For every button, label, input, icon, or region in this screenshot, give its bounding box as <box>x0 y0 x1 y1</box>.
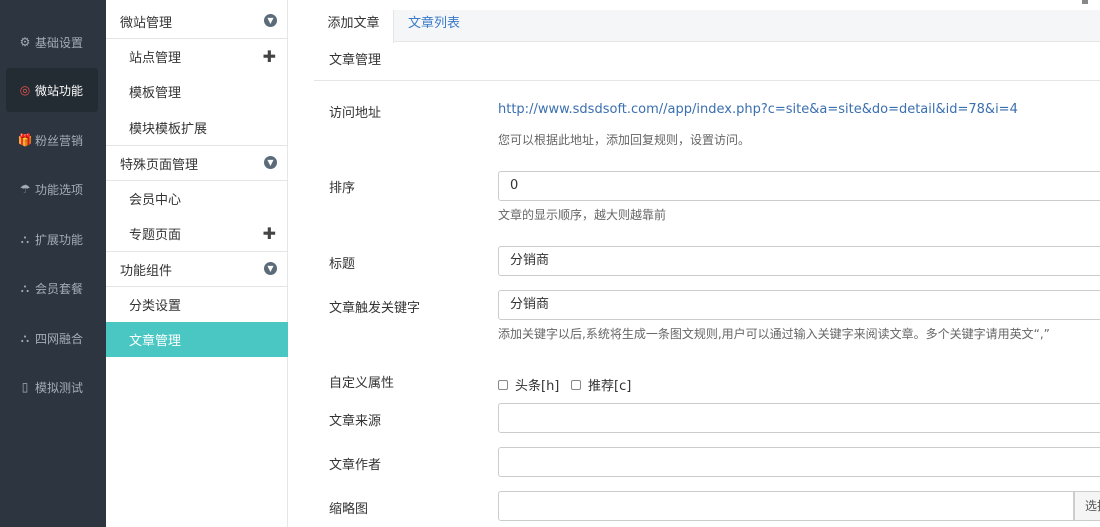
menu-item-category-settings[interactable]: 分类设置 <box>106 287 288 322</box>
corner-mark <box>1082 0 1088 4</box>
nav-item-microsite[interactable]: ◎ 微站功能 <box>6 68 98 112</box>
tab-bar: 添加文章 文章列表 <box>314 10 1100 43</box>
main-content: 添加文章 文章列表 文章管理 访问地址 http://www.sdsdsoft.… <box>288 0 1100 527</box>
tab-add-article[interactable]: 添加文章 <box>314 10 394 43</box>
nav-item-basic-settings[interactable]: ⚙ 基础设置 <box>6 20 98 64</box>
plus-icon[interactable]: ✚ <box>263 47 276 66</box>
cubes-icon: ⛬ <box>20 280 30 295</box>
url-label: 访问地址 <box>329 106 382 121</box>
top-bar <box>288 0 1100 10</box>
recommend-checkbox[interactable] <box>571 379 581 390</box>
order-help-text: 文章的显示顺序，越大则越靠前 <box>498 208 667 222</box>
main-nav: ⚙ 基础设置 ◎ 微站功能 🎁 粉丝营销 ☂ 功能选项 ⛬ 扩展功能 ⛬ 会员套… <box>0 0 106 527</box>
mobile-icon: ▯ <box>21 380 29 394</box>
menu-group-label: 功能组件 <box>120 263 173 279</box>
menu-item-label: 站点管理 <box>129 51 182 66</box>
menu-group-label: 特殊页面管理 <box>120 157 199 173</box>
menu-item-label: 分类设置 <box>129 299 182 314</box>
order-label: 排序 <box>329 181 356 196</box>
nav-item-label: 基础设置 <box>35 35 84 50</box>
author-input[interactable] <box>498 447 1100 477</box>
nav-item-label: 粉丝营销 <box>35 133 84 148</box>
menu-item-label: 文章管理 <box>129 334 182 349</box>
order-input[interactable]: 0 <box>498 171 1100 201</box>
nav-item-function-options[interactable]: ☂ 功能选项 <box>6 167 98 211</box>
menu-item-article-management[interactable]: 文章管理 <box>106 322 288 357</box>
select-image-button[interactable]: 选择图片 <box>1074 491 1100 521</box>
headline-checkbox-row[interactable]: 头条[h] <box>498 375 559 394</box>
nav-item-member-packages[interactable]: ⛬ 会员套餐 <box>6 266 98 310</box>
menu-item-topic-pages[interactable]: 专题页面 ✚ <box>106 216 288 252</box>
nav-item-four-network[interactable]: ⛬ 四网融合 <box>6 316 98 360</box>
menu-item-label: 会员中心 <box>129 193 182 208</box>
headline-checkbox[interactable] <box>498 379 508 390</box>
access-url-link[interactable]: http://www.sdsdsoft.com//app/index.php?c… <box>498 102 1018 117</box>
menu-group-microsite-management[interactable]: 微站管理 ▼ <box>106 4 288 39</box>
menu-item-member-center[interactable]: 会员中心 <box>106 181 288 216</box>
nav-item-simulation-test[interactable]: ▯ 模拟测试 <box>6 365 98 409</box>
keyword-input[interactable]: 分销商 <box>498 290 1100 320</box>
keyword-help-text: 添加关键字以后,系统将生成一条图文规则,用户可以通过输入关键字来阅读文章。多个关… <box>498 327 1050 341</box>
panel-title: 文章管理 <box>314 42 1100 81</box>
thumb-input[interactable] <box>498 491 1074 521</box>
menu-item-label: 专题页面 <box>129 228 182 243</box>
nav-item-label: 会员套餐 <box>35 281 84 296</box>
headline-checkbox-label: 头条[h] <box>515 379 560 394</box>
author-label: 文章作者 <box>329 458 382 473</box>
menu-group-special-pages[interactable]: 特殊页面管理 ▼ <box>106 146 288 181</box>
attr-label: 自定义属性 <box>329 376 395 391</box>
nav-item-label: 扩展功能 <box>35 232 84 247</box>
nav-item-fan-marketing[interactable]: 🎁 粉丝营销 <box>6 118 98 162</box>
menu-group-components[interactable]: 功能组件 ▼ <box>106 252 288 287</box>
tab-article-list[interactable]: 文章列表 <box>408 10 460 42</box>
gift-icon: 🎁 <box>17 133 33 147</box>
nav-item-label: 功能选项 <box>35 182 84 197</box>
nav-item-label: 四网融合 <box>35 331 84 346</box>
title-label: 标题 <box>329 257 356 272</box>
chevron-down-icon: ▼ <box>264 262 277 275</box>
title-input[interactable]: 分销商 <box>498 246 1100 276</box>
menu-group-label: 微站管理 <box>120 15 173 31</box>
chevron-down-icon: ▼ <box>264 14 277 27</box>
menu-item-label: 模块模板扩展 <box>129 121 208 137</box>
plus-icon[interactable]: ✚ <box>263 224 276 243</box>
menu-item-module-template-ext[interactable]: 模块模板扩展 <box>106 109 288 146</box>
cubes-icon: ⛬ <box>20 330 30 345</box>
source-label: 文章来源 <box>329 414 382 429</box>
chevron-down-icon: ▼ <box>264 156 277 169</box>
recommend-checkbox-row[interactable]: 推荐[c] <box>571 375 631 394</box>
thumb-label: 缩略图 <box>329 502 369 517</box>
source-input[interactable] <box>498 403 1100 433</box>
keyword-label: 文章触发关键字 <box>329 301 421 316</box>
nav-item-label: 微站功能 <box>35 83 84 98</box>
menu-item-label: 模板管理 <box>129 86 182 101</box>
umbrella-icon: ☂ <box>19 182 31 196</box>
menu-item-site-management[interactable]: 站点管理 ✚ <box>106 39 288 74</box>
nav-item-extensions[interactable]: ⛬ 扩展功能 <box>6 217 98 261</box>
nav-item-label: 模拟测试 <box>35 380 84 395</box>
recommend-checkbox-label: 推荐[c] <box>588 379 632 394</box>
lifebuoy-icon: ◎ <box>19 83 31 97</box>
url-help-text: 您可以根据此地址，添加回复规则，设置访问。 <box>498 133 751 147</box>
menu-item-template-management[interactable]: 模板管理 <box>106 74 288 109</box>
cubes-icon: ⛬ <box>20 231 30 246</box>
gear-icon: ⚙ <box>19 35 31 49</box>
sub-menu: 微站管理 ▼ 站点管理 ✚ 模板管理 模块模板扩展 特殊页面管理 ▼ 会员中心 … <box>106 0 288 527</box>
